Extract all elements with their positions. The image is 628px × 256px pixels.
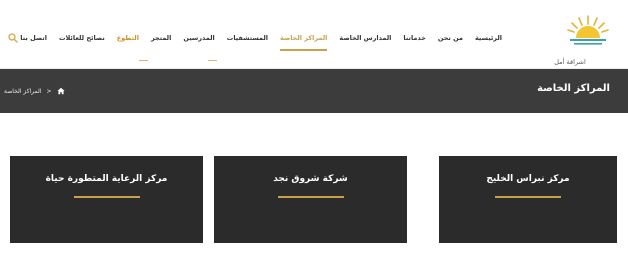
- center-card-underline: [277, 196, 344, 198]
- center-card-title[interactable]: مركز نبراس الخليج: [439, 174, 617, 184]
- nav-item-family-tips[interactable]: نصائح للعائلات: [59, 33, 105, 43]
- home-icon[interactable]: [56, 87, 65, 95]
- center-card[interactable]: مركز الرعاية المتطورة حياة: [10, 156, 203, 243]
- main-nav: الرئيسية من نحن خدماتنا المدارس الخاصة ا…: [20, 33, 502, 51]
- center-card-title[interactable]: شركة شروق نجد: [214, 174, 407, 184]
- page-title: المراكز الخاصة: [537, 83, 610, 94]
- sunrise-logo-icon: [567, 15, 609, 45]
- breadcrumb-separator: <: [46, 87, 52, 95]
- center-card[interactable]: شركة شروق نجد: [214, 156, 407, 243]
- breadcrumb-current: المراكز الخاصة: [4, 87, 42, 95]
- site-header: اشراقة أمل الرئيسية من نحن خدماتنا المدا…: [0, 0, 628, 69]
- nav-item-home[interactable]: الرئيسية: [475, 33, 502, 43]
- logo-text: اشراقة أمل: [554, 58, 586, 66]
- nav-item-services[interactable]: خدماتنا: [403, 33, 425, 43]
- nav-item-private-centers[interactable]: المراكز الخاصة: [280, 33, 328, 51]
- centers-grid: مركز نبراس الخليج شركة شروق نجد مركز الر…: [10, 156, 617, 243]
- nav-dropdown-marker: [208, 59, 217, 61]
- nav-item-hospitals[interactable]: المستشفيات: [227, 33, 268, 43]
- nav-item-about[interactable]: من نحن: [438, 33, 463, 43]
- nav-item-volunteer[interactable]: التطوع: [117, 33, 139, 43]
- nav-item-store[interactable]: المتجر: [151, 33, 171, 43]
- logo[interactable]: اشراقة أمل: [554, 12, 610, 66]
- search-icon[interactable]: [8, 33, 18, 43]
- breadcrumb: < المراكز الخاصة: [4, 87, 65, 95]
- center-card[interactable]: مركز نبراس الخليج: [439, 156, 617, 243]
- center-card-underline: [73, 196, 140, 198]
- nav-dropdown-marker: [139, 59, 148, 61]
- center-card-underline: [495, 196, 561, 198]
- center-card-title[interactable]: مركز الرعاية المتطورة حياة: [10, 174, 203, 184]
- nav-item-contact[interactable]: اتصل بنا: [20, 33, 47, 43]
- nav-item-private-schools[interactable]: المدارس الخاصة: [339, 33, 391, 43]
- nav-item-teachers[interactable]: المدرسين: [183, 33, 214, 43]
- page-title-bar: المراكز الخاصة < المراكز الخاصة: [0, 69, 628, 113]
